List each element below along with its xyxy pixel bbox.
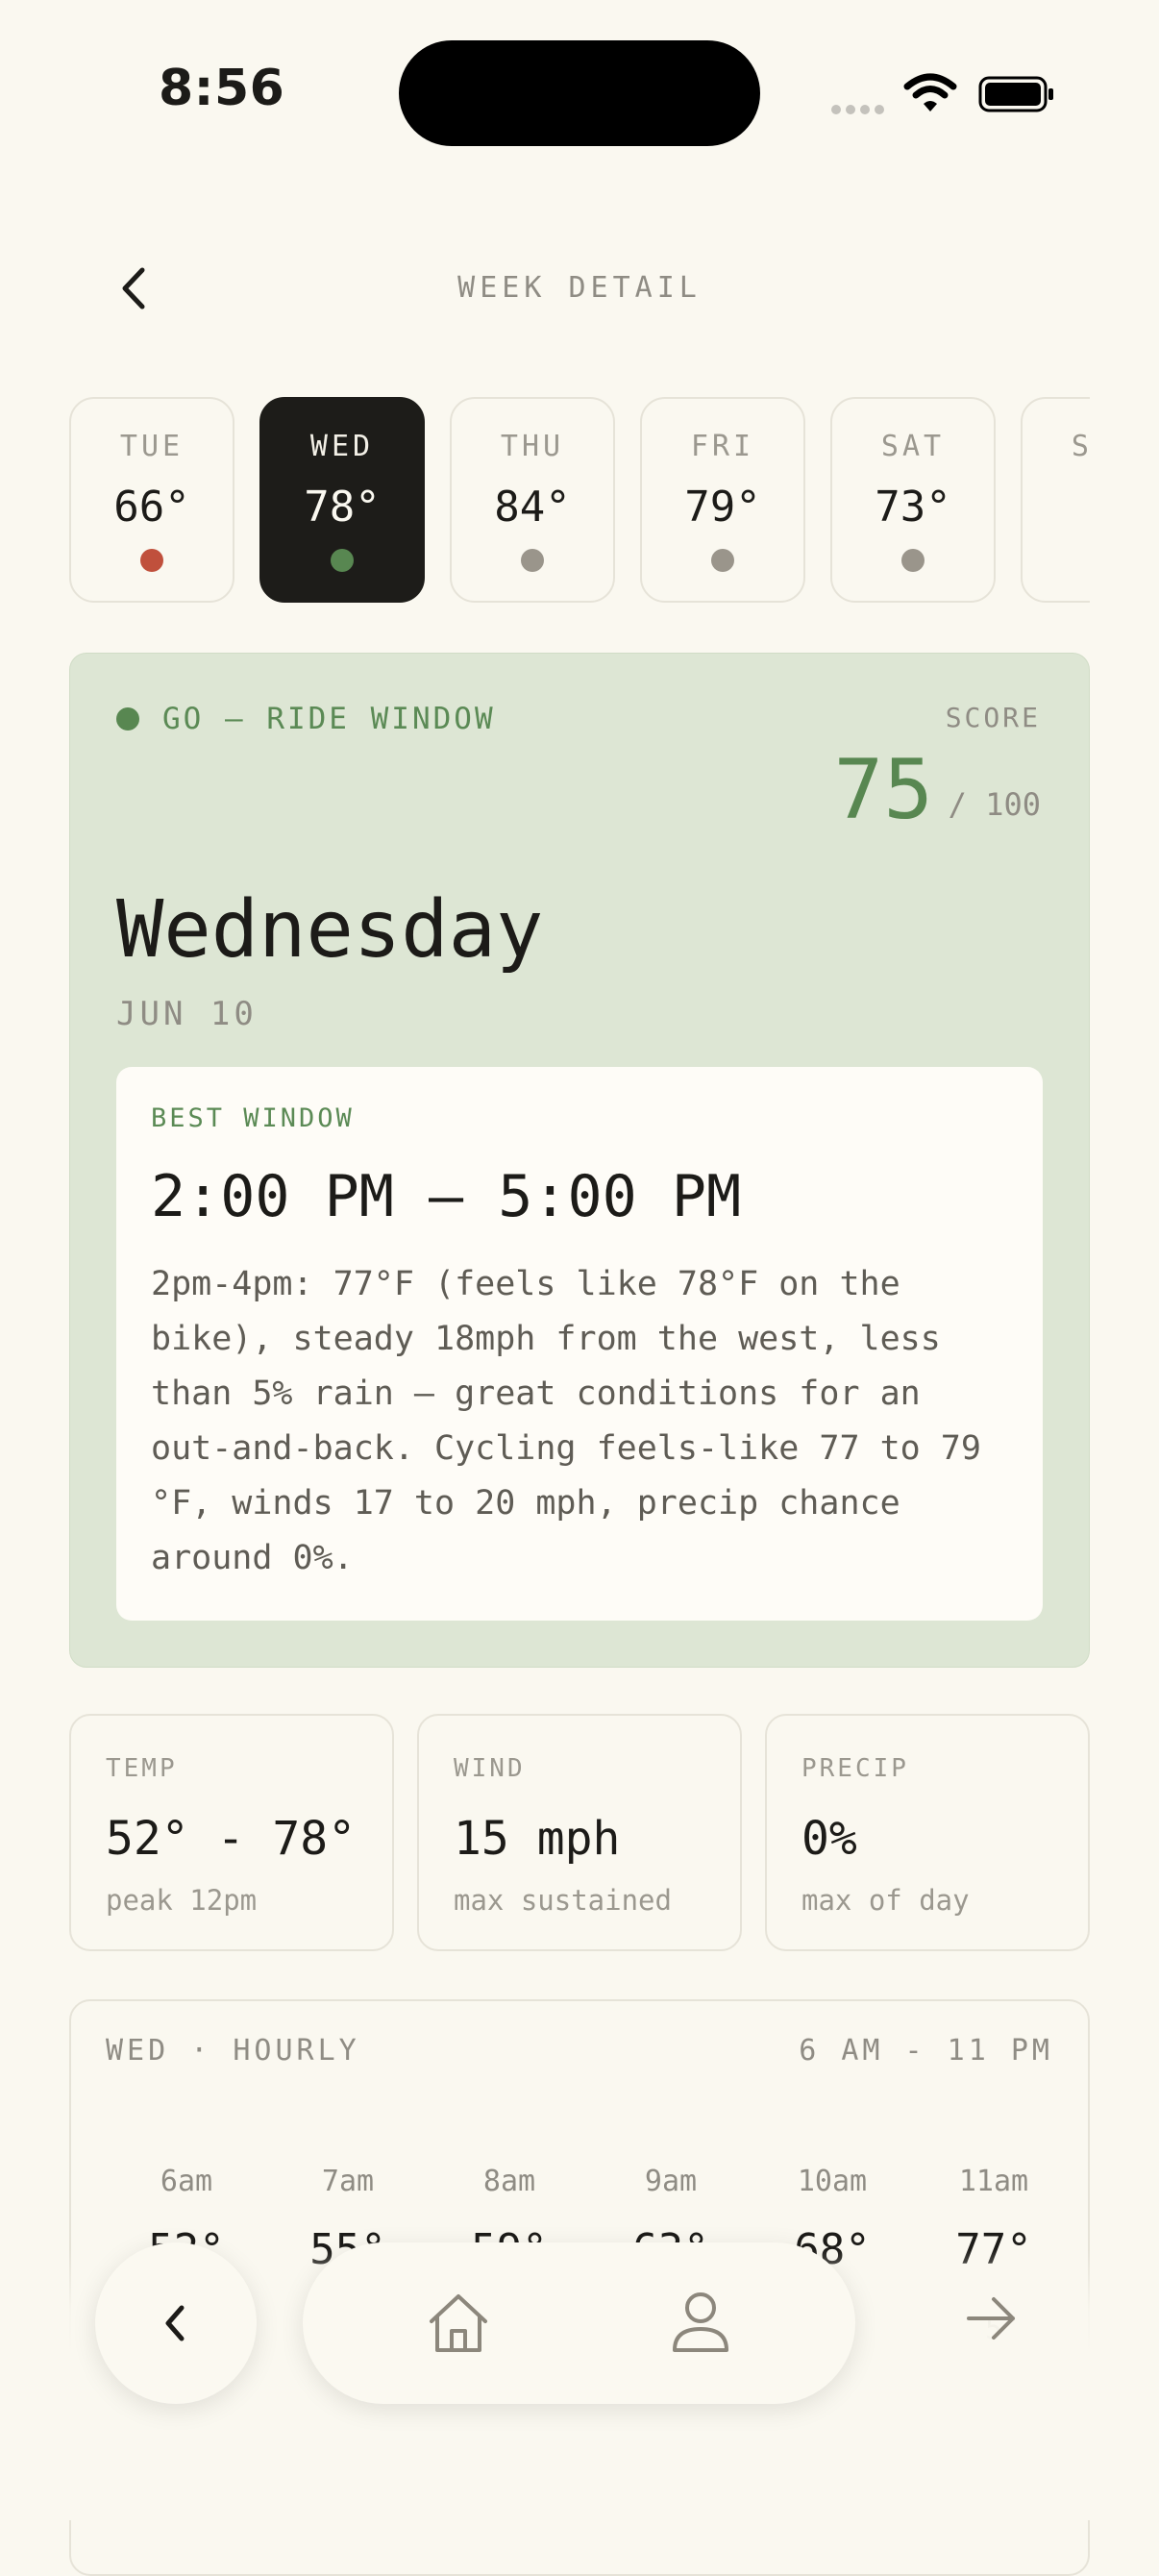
bottom-nav-pill (303, 2242, 855, 2404)
stat-sub: peak 12pm (106, 1884, 258, 1917)
day-card-sat[interactable]: SAT 73° (830, 397, 996, 603)
home-icon[interactable] (426, 2291, 491, 2356)
score-label: SCORE (945, 702, 1041, 733)
day-label: WED (309, 430, 375, 463)
stat-label: WIND (454, 1754, 526, 1783)
page-title: WEEK DETAIL (457, 271, 702, 305)
hour-label: 10am (797, 2165, 868, 2198)
day-label: TUE (119, 430, 185, 463)
day-label: THU (500, 430, 565, 463)
cellular-signal-icon (831, 100, 889, 118)
arrow-right-icon[interactable] (961, 2288, 1023, 2349)
hour-label: 11am (958, 2165, 1029, 2198)
status-dot (140, 549, 163, 572)
stat-sub: max sustained (454, 1884, 672, 1917)
stat-value: 0% (801, 1812, 857, 1866)
day-temp: 73° (875, 483, 951, 532)
stat-value: 15 mph (454, 1812, 621, 1866)
day-temp: 66° (113, 483, 190, 532)
stat-label: TEMP (106, 1754, 178, 1783)
best-window-label: BEST WINDOW (151, 1103, 355, 1133)
best-window-time: 2:00 PM – 5:00 PM (151, 1163, 742, 1230)
day-card-sun[interactable]: SUN 7 (1021, 397, 1090, 603)
day-card-wed[interactable]: WED 78° (259, 397, 425, 603)
status-dot (331, 549, 354, 572)
selected-day-name: Wednesday (116, 884, 544, 976)
stat-sub: max of day (801, 1884, 970, 1917)
day-temp: 78° (304, 483, 381, 532)
day-label: FRI (690, 430, 755, 463)
day-label: SUN (1071, 430, 1090, 463)
nav-back-button[interactable] (95, 2242, 257, 2404)
temp-stat-card: TEMP 52° - 78° peak 12pm (69, 1714, 394, 1951)
day-card-tue[interactable]: TUE 66° (69, 397, 234, 603)
hour-label: 9am (644, 2165, 698, 2198)
dynamic-island (399, 40, 760, 146)
hour-label: 6am (160, 2165, 213, 2198)
hourly-range: 6 AM - 11 PM (799, 2034, 1053, 2068)
day-label: SAT (880, 430, 946, 463)
wind-stat-card: WIND 15 mph max sustained (417, 1714, 742, 1951)
hour-label: 8am (482, 2165, 536, 2198)
score-max: / 100 (948, 786, 1041, 823)
wifi-icon (903, 73, 957, 111)
day-temp: 84° (494, 483, 571, 532)
day-temp: 79° (684, 483, 761, 532)
chevron-left-icon (165, 2305, 185, 2341)
selected-day-date: JUN 10 (116, 995, 258, 1033)
ride-window-card: GO — RIDE WINDOW SCORE 75 / 100 Wednesda… (69, 653, 1090, 1668)
stat-label: PRECIP (801, 1754, 909, 1783)
status-dot (521, 549, 544, 572)
battery-icon (978, 76, 1053, 112)
score-value: 75 (833, 742, 933, 838)
day-selector: TUE 66° WED 78° THU 84° FRI 79° SAT 73° … (69, 397, 1090, 607)
go-status-dot (116, 707, 139, 731)
hour-label: 7am (321, 2165, 375, 2198)
person-icon[interactable] (670, 2289, 731, 2354)
status-time: 8:56 (159, 60, 285, 117)
status-dot (711, 549, 734, 572)
best-window-box: BEST WINDOW 2:00 PM – 5:00 PM 2pm-4pm: 7… (116, 1067, 1043, 1621)
day-card-thu[interactable]: THU 84° (450, 397, 615, 603)
day-card-fri[interactable]: FRI 79° (640, 397, 805, 603)
stat-value: 52° - 78° (106, 1812, 357, 1866)
best-window-description: 2pm-4pm: 77°F (feels like 78°F on the bi… (151, 1265, 981, 1577)
precip-stat-card: PRECIP 0% max of day (765, 1714, 1090, 1951)
day-temp: 7 (1023, 483, 1090, 532)
go-status-label: GO — RIDE WINDOW (162, 702, 496, 736)
hourly-title: WED · HOURLY (106, 2034, 360, 2068)
status-dot (901, 549, 925, 572)
